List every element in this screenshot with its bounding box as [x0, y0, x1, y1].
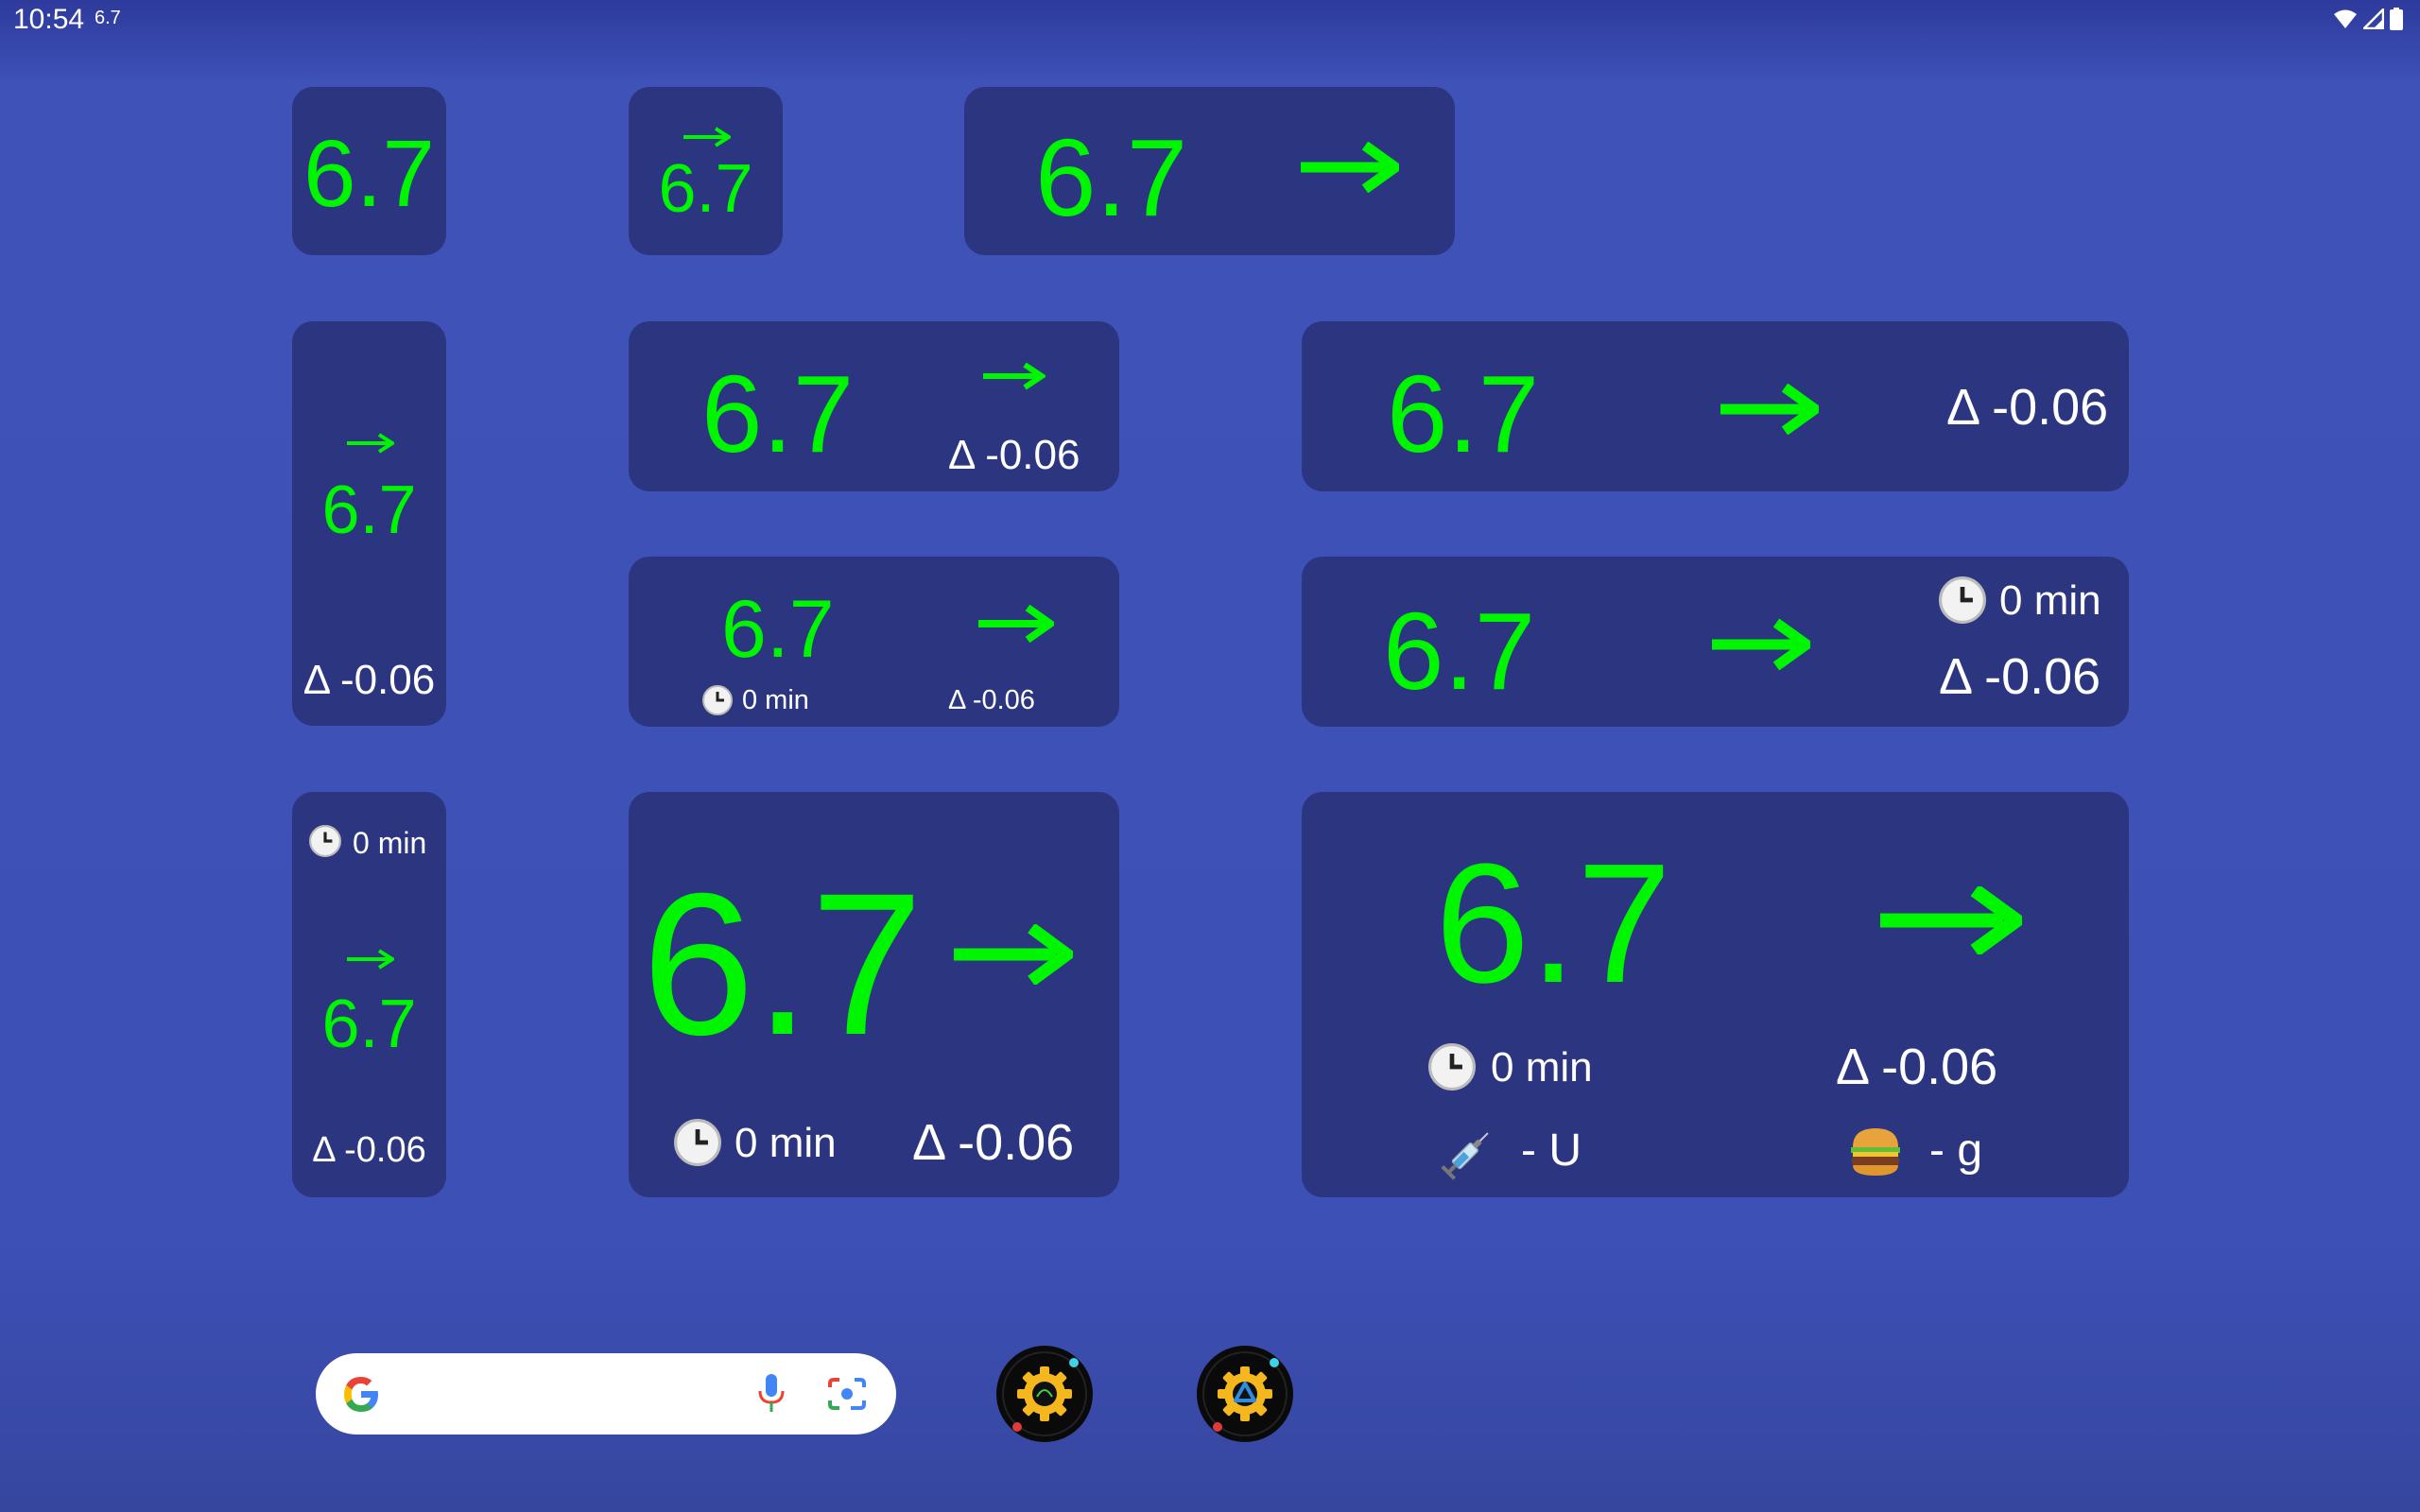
clock-icon [674, 1119, 721, 1166]
glucose-value: 6.7 [1383, 590, 1536, 713]
status-bar: 10:54 6.7 [0, 0, 2420, 42]
glucose-value: 6.7 [321, 987, 417, 1062]
clock-icon [702, 685, 733, 715]
gear-icon [1202, 1351, 1288, 1436]
glucose-widget-value-delta[interactable]: 6.7 Δ -0.06 [629, 321, 1119, 491]
right-arrow-icon [347, 433, 394, 454]
clock-icon [1428, 1043, 1476, 1091]
minutes-label: 0 min [1999, 577, 2101, 624]
delta-label: Δ -0.06 [912, 1114, 1075, 1171]
delta-label: Δ -0.06 [1939, 648, 2101, 705]
right-arrow-icon [1720, 384, 1819, 435]
right-arrow-icon [954, 924, 1073, 985]
glucose-widget-tall[interactable]: 6.7 Δ -0.06 [292, 321, 446, 726]
glucose-widget-wide-time-delta[interactable]: 6.7 0 min Δ -0.06 [1302, 557, 2129, 727]
wifi-icon [2334, 9, 2357, 28]
battery-icon [2390, 8, 2403, 30]
glucose-value: 6.7 [721, 584, 835, 675]
glucose-value: 6.7 [701, 352, 855, 475]
glucose-value: 6.7 [321, 472, 417, 548]
glucose-widget-arrow-value[interactable]: 6.7 [629, 87, 783, 255]
microphone-icon[interactable] [756, 1372, 786, 1416]
insulin-label: - U [1521, 1125, 1582, 1176]
right-arrow-icon [347, 949, 394, 970]
right-arrow-icon [978, 604, 1054, 644]
google-logo-icon [344, 1377, 378, 1412]
glucose-widget-full[interactable]: 6.7 0 min Δ -0.06 - U - g [1302, 792, 2129, 1197]
right-arrow-icon [983, 362, 1046, 390]
delta-label: Δ -0.06 [948, 432, 1080, 478]
app-settings-90-icon[interactable] [996, 1346, 1093, 1442]
glucose-value: 6.7 [642, 851, 924, 1077]
glucose-value: 6.7 [302, 121, 435, 227]
signal-icon [2363, 9, 2384, 29]
carbs-label: - g [1929, 1125, 1983, 1176]
delta-label: Δ -0.06 [312, 1130, 426, 1170]
glucose-value: 6.7 [1035, 116, 1188, 239]
minutes-label: 0 min [353, 826, 427, 860]
status-notification-value: 6.7 [95, 8, 121, 28]
minutes-label: 0 min [742, 685, 809, 715]
delta-label: Δ -0.06 [1836, 1039, 1998, 1095]
right-arrow-icon [1712, 619, 1810, 670]
clock-icon [1939, 576, 1986, 624]
clock-icon [309, 825, 341, 857]
glucose-widget-wide-delta[interactable]: 6.7 Δ -0.06 [1302, 321, 2129, 491]
glucose-widget-value-time-delta[interactable]: 6.7 0 min Δ -0.06 [629, 557, 1119, 727]
glucose-value: 6.7 [1435, 829, 1672, 1019]
glucose-widget-large[interactable]: 6.7 0 min Δ -0.06 [629, 792, 1119, 1197]
syringe-icon [1441, 1132, 1489, 1180]
google-search-bar[interactable] [316, 1353, 896, 1435]
delta-label: Δ -0.06 [948, 685, 1035, 715]
glucose-widget-wide[interactable]: 6.7 [964, 87, 1455, 255]
right-arrow-icon [683, 127, 731, 147]
delta-label: Δ -0.06 [302, 657, 436, 703]
app-settings-triangle-icon[interactable] [1197, 1346, 1293, 1442]
glucose-widget-tall-time[interactable]: 0 min 6.7 Δ -0.06 [292, 792, 446, 1197]
system-icons [2333, 8, 2403, 30]
delta-label: Δ -0.06 [1946, 379, 2109, 436]
glucose-value: 6.7 [658, 151, 753, 227]
gear-icon [1002, 1351, 1087, 1436]
right-arrow-icon [1301, 142, 1399, 193]
status-time: 10:54 [13, 4, 85, 35]
burger-icon [1851, 1128, 1900, 1176]
minutes-label: 0 min [735, 1120, 837, 1166]
glucose-value: 6.7 [1387, 352, 1540, 475]
glucose-widget-value[interactable]: 6.7 [292, 87, 446, 255]
minutes-label: 0 min [1491, 1044, 1593, 1091]
right-arrow-icon [1880, 886, 2022, 954]
camera-lens-icon[interactable] [826, 1374, 868, 1414]
